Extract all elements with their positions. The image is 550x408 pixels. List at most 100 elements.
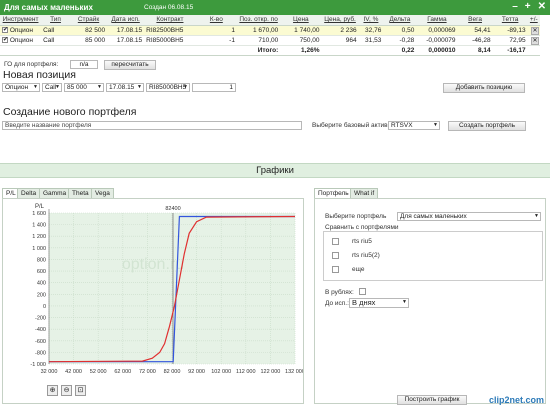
cell-qty[interactable]: -1 (195, 35, 237, 46)
until-label: До исп.: (325, 300, 349, 307)
total-row: Итого: 1,26% 0,22 0,000010 8,14 -16,17 (0, 45, 540, 56)
close-icon[interactable]: ✕ (538, 1, 546, 13)
strike-select[interactable]: 85 000 ▼ (64, 83, 104, 92)
qty-input[interactable]: 1 (192, 83, 236, 92)
compare-checkbox[interactable] (332, 238, 339, 245)
zoom-out-icon[interactable]: ⊖ (61, 385, 72, 396)
pl-chart: option.ru 1 600 1 400 1 200 1 000 800 600 400 20… (30, 204, 303, 375)
y-tick-label: -400 (35, 327, 46, 333)
positions-table: Инструмент Тип Страйк Дата исп. Контракт… (0, 15, 540, 56)
col-vega[interactable]: Вега (457, 15, 493, 26)
col-strike[interactable]: Страйк (69, 15, 108, 26)
instrument-select[interactable]: Опцион ▼ (2, 83, 40, 92)
watermark: option.ru (122, 256, 184, 273)
col-date[interactable]: Дата исп. (107, 15, 145, 26)
zoom-reset-icon[interactable]: ⊡ (75, 385, 86, 396)
compare-list: rts riu5 rts riu5(2) еще (323, 231, 543, 281)
table-header: Инструмент Тип Страйк Дата исп. Контракт… (0, 15, 540, 26)
y-tick-label: 400 (37, 281, 46, 287)
y-tick-label: 0 (43, 304, 46, 310)
cell-open[interactable]: 1 670,00 (236, 25, 281, 36)
build-chart-button[interactable]: Построить график (397, 395, 467, 405)
cell-date: 17.08.15 (107, 25, 145, 36)
zoom-in-icon[interactable]: ⊕ (47, 385, 58, 396)
add-icon[interactable]: + (525, 1, 531, 13)
col-contract[interactable]: Контракт (144, 15, 196, 26)
chart-panel: option.ru 1 600 1 400 1 200 1 000 800 600 400 20… (2, 198, 304, 404)
base-asset-label: Выберите базовый актив (312, 122, 388, 129)
col-open[interactable]: Поз. откр. по (236, 15, 281, 26)
remove-row-icon[interactable]: ✕ (531, 36, 539, 45)
rub-checkbox[interactable] (359, 288, 366, 295)
col-price[interactable]: Цена (280, 15, 322, 26)
col-qty[interactable]: К-во (195, 15, 237, 26)
y-tick-label: -200 (35, 316, 46, 322)
portfolio-select-label: Выберите портфель (325, 213, 387, 220)
x-tick-label: 52 000 (90, 369, 107, 375)
minimize-icon[interactable]: – (512, 1, 518, 13)
y-tick-label: 1 200 (32, 234, 46, 240)
y-tick-label: -600 (35, 339, 46, 345)
add-position-button[interactable]: Добавить позицию (443, 83, 525, 93)
cell-instrument: Опцион (9, 26, 33, 34)
compare-checkbox[interactable] (332, 252, 339, 259)
cell-vega: -46,28 (457, 35, 493, 46)
col-instrument[interactable]: Инструмент (0, 15, 42, 26)
col-price-rub[interactable]: Цена, руб. (321, 15, 359, 26)
tab-portfolio[interactable]: Портфель (314, 188, 353, 198)
tab-vega[interactable]: Vega (91, 188, 114, 198)
tab-gamma[interactable]: Gamma (39, 188, 71, 198)
compare-checkbox[interactable] (332, 266, 339, 273)
table-row[interactable]: ✔ Опцион Call 82 500 17.08.15 RI82500BH5… (0, 25, 540, 36)
cell-delta: -0,28 (383, 35, 417, 46)
compare-item: rts riu5(2) (352, 252, 380, 259)
x-tick-label: 72 000 (139, 369, 156, 375)
cell-price-rub: 964 (321, 35, 359, 46)
cell-iv: 31,53 (358, 35, 384, 46)
y-axis-label: P/L (35, 204, 45, 210)
rub-label: В рублях: (325, 289, 354, 296)
portfolio-select[interactable]: Для самых маленьких ▼ (397, 212, 541, 221)
col-theta[interactable]: Тетта (492, 15, 528, 26)
remove-row-icon[interactable]: ✕ (531, 26, 539, 35)
cell-theta: -89,13 (492, 25, 528, 36)
row-checkbox[interactable]: ✔ (2, 36, 8, 43)
y-tick-label: 1 600 (32, 211, 46, 217)
type-select[interactable]: Call ▼ (42, 83, 62, 92)
col-delta[interactable]: Дельта (383, 15, 417, 26)
x-tick-label: 42 000 (65, 369, 82, 375)
table-row[interactable]: ✔ Опцион Call 85 000 17.08.15 RI85000BH5… (0, 35, 540, 46)
recalculate-button[interactable]: пересчитать (104, 60, 156, 70)
cell-price: 1 740,00 (280, 25, 322, 36)
tab-what-if[interactable]: What if (350, 188, 379, 198)
date-select[interactable]: 17.08.15 ▼ (106, 83, 144, 92)
col-iv[interactable]: IV, % (358, 15, 384, 26)
col-gamma[interactable]: Гамма (416, 15, 458, 26)
cell-open[interactable]: 710,00 (236, 35, 281, 46)
base-asset-select[interactable]: RTSVX ▼ (388, 121, 440, 130)
row-checkbox[interactable]: ✔ (2, 26, 8, 33)
portfolio-name-input[interactable]: Введите название портфеля (2, 121, 302, 130)
col-type[interactable]: Тип (41, 15, 70, 26)
col-plusminus[interactable]: +/- (527, 15, 540, 26)
y-tick-label: -800 (35, 350, 46, 356)
go-label: ГО для портфеля: (4, 61, 59, 68)
settings-panel: Выберите портфель Для самых маленьких ▼ С… (314, 198, 546, 405)
window-title: Для самых маленьких (4, 3, 93, 12)
total-gamma: 0,000010 (416, 45, 458, 56)
window-titlebar: Для самых маленьких Создан 06.08.15 – + … (0, 0, 550, 15)
y-tick-label: 200 (37, 292, 46, 298)
cell-delta: 0,50 (383, 25, 417, 36)
x-tick-label: 82 000 (164, 369, 181, 375)
create-portfolio-button[interactable]: Создать портфель (448, 121, 526, 131)
contract-select[interactable]: RI85000BH5 ▼ (146, 83, 190, 92)
cell-vega: 54,41 (457, 25, 493, 36)
tab-delta[interactable]: Delta (17, 188, 41, 198)
tab-theta[interactable]: Theta (68, 188, 93, 198)
total-theta: -16,17 (492, 45, 528, 56)
cell-contract: RI82500BH5 (144, 25, 196, 36)
cell-qty[interactable]: 1 (195, 25, 237, 36)
cell-gamma: -0,000079 (416, 35, 458, 46)
until-select[interactable]: В днях ▼ (349, 298, 409, 308)
cell-contract: RI85000BH5 (144, 35, 196, 46)
